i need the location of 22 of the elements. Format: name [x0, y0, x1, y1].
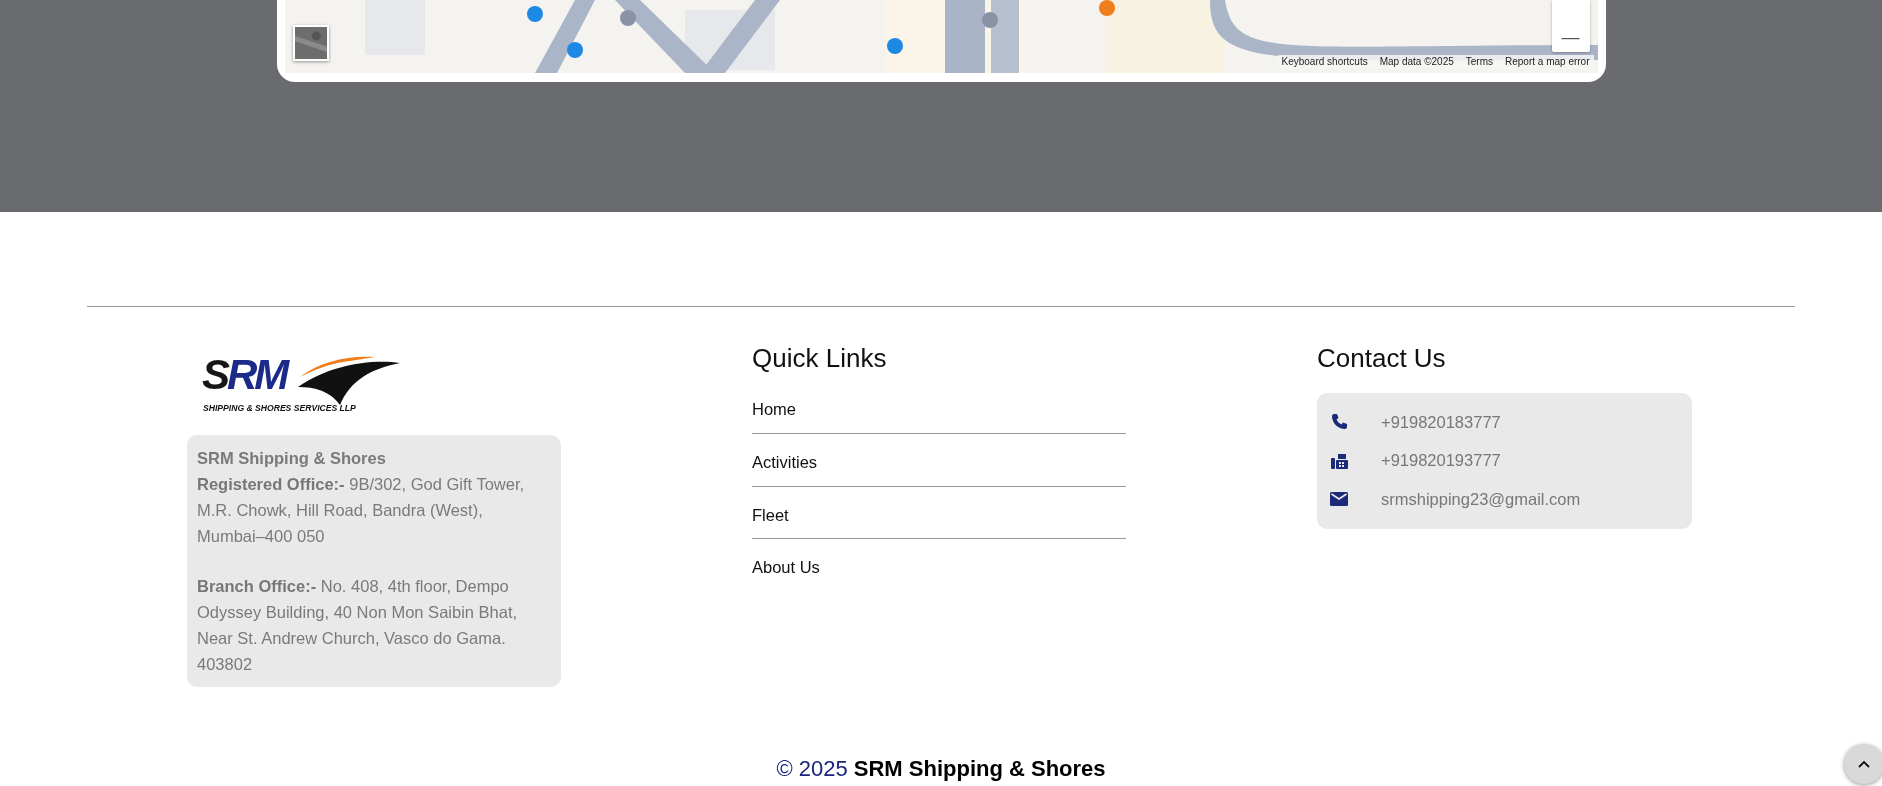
zoom-out-button[interactable]: —	[1551, 0, 1590, 52]
section-heading: Quick Links	[752, 343, 888, 373]
office-address: Registered Office:- 9B/302, God Gift Tower, M.R. Chowk, Hill Road, Bandra (West), Mumbai–400 050	[197, 474, 526, 547]
contact-detail: +919820183777	[1381, 411, 1501, 433]
map-attribution-link[interactable]: Report a map error	[1505, 55, 1590, 69]
map-attribution-link[interactable]: Terms	[1465, 55, 1493, 69]
footer-link[interactable]: About Us	[752, 551, 1126, 591]
footer-link[interactable]: Activities	[752, 445, 1126, 487]
company-name: SRM Shipping & Shores	[197, 448, 387, 469]
section-heading: Contact Us	[1317, 343, 1447, 373]
copyright-text: © 2025 SRM Shipping & Shores	[776, 755, 1106, 783]
map-attribution-link[interactable]: Keyboard shortcuts	[1281, 55, 1368, 69]
footer-link[interactable]: Fleet	[752, 498, 1126, 540]
scroll-top-button[interactable]	[1844, 744, 1882, 784]
company-logo: SRM SHIPPING & SHORES SERVICES LLP	[200, 351, 400, 417]
office-address: Branch Office:- No. 408, 4th floor, Dempo Odyssey Building, 40 Non Mon Saibin Bhat, Near St. Andrew Church, Vasco do Gama. 403802	[197, 576, 519, 675]
footer-link[interactable]: Home	[752, 393, 1126, 434]
contact-detail: +919820193777	[1381, 450, 1501, 472]
caret-icon	[1858, 760, 1870, 768]
satellite-view-icon[interactable]	[292, 25, 329, 61]
contact-detail: srmshipping23@gmail.com	[1381, 488, 1581, 510]
map-attribution-link[interactable]: Map data ©2025	[1379, 55, 1454, 69]
